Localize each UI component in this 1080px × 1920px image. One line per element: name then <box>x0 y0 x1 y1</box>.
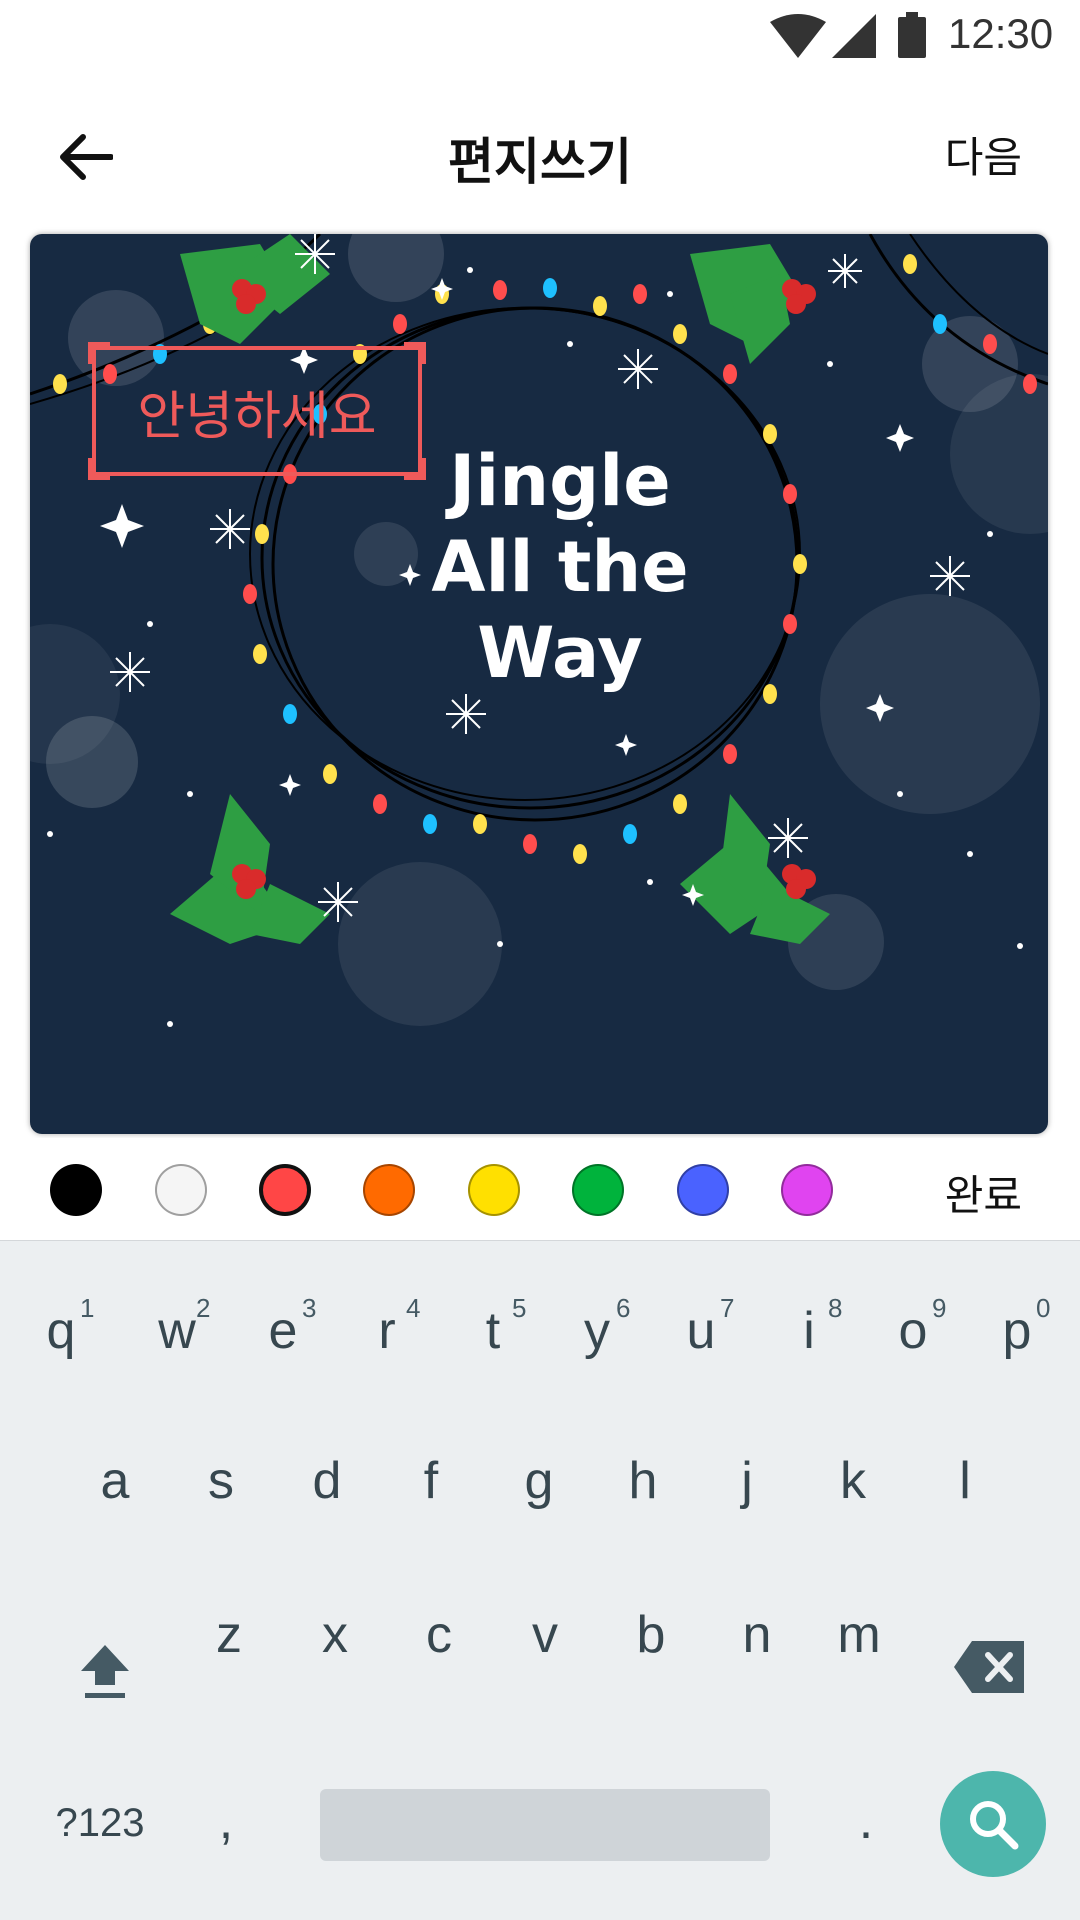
key-u[interactable]: 7u <box>660 1293 742 1361</box>
comma-key[interactable]: , <box>196 1791 256 1851</box>
color-swatch-red[interactable] <box>259 1164 311 1216</box>
color-swatch-orange[interactable] <box>363 1164 415 1216</box>
shift-key[interactable] <box>70 1641 140 1711</box>
key-z[interactable]: z <box>188 1605 270 1665</box>
soft-keyboard: 1q 2w 3e 4r 5t 6y 7u 8i 9o 0p a s d f g … <box>0 1240 1080 1920</box>
selection-corner <box>88 458 110 480</box>
card-title-line: Way <box>477 612 643 694</box>
done-button[interactable]: 완료 <box>945 1162 1022 1223</box>
backspace-icon <box>954 1641 1024 1693</box>
key-y[interactable]: 6y <box>556 1293 638 1361</box>
key-t[interactable]: 5t <box>452 1293 534 1361</box>
next-button[interactable]: 다음 <box>945 124 1022 185</box>
status-bar: 12:30 <box>0 0 1080 72</box>
color-swatch-white[interactable] <box>155 1164 207 1216</box>
key-s[interactable]: s <box>180 1451 262 1511</box>
selection-corner <box>88 342 110 364</box>
color-swatch-blue[interactable] <box>677 1164 729 1216</box>
selection-corner <box>404 342 426 364</box>
key-k[interactable]: k <box>812 1451 894 1511</box>
card-title-line: Jingle <box>449 440 671 522</box>
card-title: Jingle All the Way <box>410 438 710 696</box>
battery-icon <box>898 12 926 58</box>
key-v[interactable]: v <box>504 1605 586 1665</box>
key-a[interactable]: a <box>74 1451 156 1511</box>
signal-icon <box>832 14 876 58</box>
color-palette-bar: 완료 <box>0 1138 1080 1238</box>
color-swatch-black[interactable] <box>50 1164 102 1216</box>
search-key[interactable] <box>940 1771 1046 1877</box>
symbols-key[interactable]: ?123 <box>40 1801 160 1846</box>
key-q[interactable]: 1q <box>20 1293 102 1361</box>
search-icon <box>970 1801 1019 1850</box>
color-swatch-magenta[interactable] <box>781 1164 833 1216</box>
key-j[interactable]: j <box>706 1451 788 1511</box>
key-w[interactable]: 2w <box>136 1293 218 1361</box>
key-o[interactable]: 9o <box>872 1293 954 1361</box>
greeting-text-box[interactable]: 안녕하세요 <box>88 342 426 480</box>
app-bar: 편지쓰기 다음 <box>0 72 1080 232</box>
key-x[interactable]: x <box>294 1605 376 1665</box>
backspace-key[interactable] <box>950 1639 1030 1699</box>
key-b[interactable]: b <box>610 1605 692 1665</box>
wifi-icon <box>770 14 826 58</box>
spacebar-key[interactable] <box>320 1789 770 1861</box>
page-title: 편지쓰기 <box>448 133 632 191</box>
status-time: 12:30 <box>948 10 1054 57</box>
key-l[interactable]: l <box>924 1451 1006 1511</box>
key-p[interactable]: 0p <box>976 1293 1058 1361</box>
key-i[interactable]: 8i <box>768 1293 850 1361</box>
key-m[interactable]: m <box>818 1605 900 1665</box>
greeting-text: 안녕하세요 <box>137 387 377 447</box>
card-title-line: All the <box>431 526 689 608</box>
color-swatch-green[interactable] <box>572 1164 624 1216</box>
color-swatch-yellow[interactable] <box>468 1164 520 1216</box>
key-h[interactable]: h <box>602 1451 684 1511</box>
shift-icon <box>81 1645 129 1698</box>
key-e[interactable]: 3e <box>242 1293 324 1361</box>
key-g[interactable]: g <box>498 1451 580 1511</box>
key-c[interactable]: c <box>398 1605 480 1665</box>
key-d[interactable]: d <box>286 1451 368 1511</box>
period-key[interactable]: . <box>836 1791 896 1851</box>
key-f[interactable]: f <box>390 1451 472 1511</box>
key-r[interactable]: 4r <box>346 1293 428 1361</box>
key-n[interactable]: n <box>716 1605 798 1665</box>
letter-card: 안녕하세요 Jingle All the Way <box>30 234 1048 1134</box>
